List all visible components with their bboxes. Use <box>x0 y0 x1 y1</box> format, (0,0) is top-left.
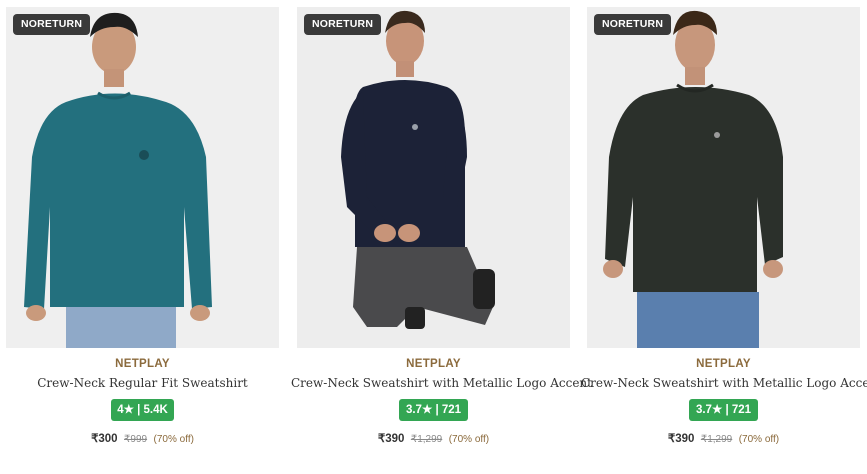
product-image[interactable] <box>297 7 570 348</box>
product-photo-illustration <box>6 7 279 348</box>
price-row: ₹300 ₹999 (70% off) <box>6 429 279 447</box>
original-price: ₹999 <box>124 434 148 445</box>
noreturn-badge: NORETURN <box>13 14 91 35</box>
product-card[interactable]: NORETURN NETPLAY Crew-Neck Sweatshirt wi… <box>581 7 867 467</box>
product-image[interactable] <box>6 7 279 348</box>
product-name[interactable]: Crew-Neck Regular Fit Sweatshirt <box>0 376 285 390</box>
original-price: ₹1,299 <box>410 434 443 445</box>
price-row: ₹390 ₹1,299 (70% off) <box>587 429 860 447</box>
original-price: ₹1,299 <box>700 434 733 445</box>
discount-label: (70% off) <box>153 434 194 445</box>
product-card[interactable]: NORETURN NETPLAY Crew-Neck Sweatshirt wi… <box>291 7 592 467</box>
selling-price: ₹390 <box>377 433 405 445</box>
selling-price: ₹390 <box>667 433 695 445</box>
rating-badge: 3.7★ | 721 <box>399 399 468 421</box>
product-photo-illustration <box>297 7 570 348</box>
noreturn-badge: NORETURN <box>304 14 382 35</box>
selling-price: ₹300 <box>91 433 118 445</box>
price-row: ₹390 ₹1,299 (70% off) <box>297 429 570 447</box>
noreturn-badge: NORETURN <box>594 14 672 35</box>
product-name[interactable]: Crew-Neck Sweatshirt with Metallic Logo … <box>291 376 592 390</box>
discount-label: (70% off) <box>448 434 490 445</box>
product-brand: NETPLAY <box>406 358 461 370</box>
product-name[interactable]: Crew-Neck Sweatshirt with Metallic Logo … <box>581 376 867 390</box>
rating-badge: 3.7★ | 721 <box>689 399 758 421</box>
product-brand: NETPLAY <box>696 358 751 370</box>
product-card[interactable]: NORETURN NETPLAY Crew-Neck Regular Fit S… <box>6 7 279 467</box>
product-brand: NETPLAY <box>115 358 170 370</box>
product-photo-illustration <box>587 7 860 348</box>
rating-badge: 4★ | 5.4K <box>111 399 174 421</box>
product-grid: NORETURN NETPLAY Crew-Neck Regular Fit S… <box>0 0 867 474</box>
discount-label: (70% off) <box>738 434 780 445</box>
product-image[interactable] <box>587 7 860 348</box>
